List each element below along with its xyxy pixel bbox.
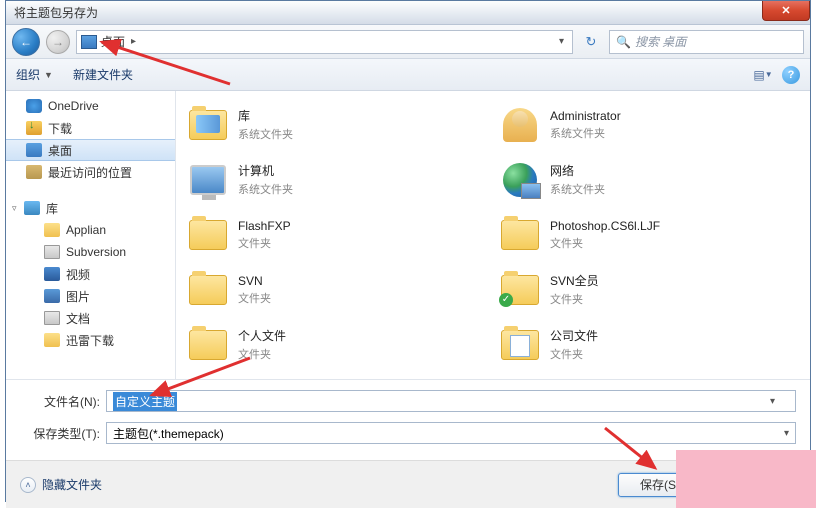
recent-icon xyxy=(26,165,42,179)
type-value: 主题包(*.themepack) xyxy=(113,425,224,442)
sidebar-item-subversion[interactable]: Subversion xyxy=(6,241,175,263)
forward-button[interactable]: → xyxy=(46,30,70,54)
chevron-down-icon[interactable]: ▾ xyxy=(784,428,789,439)
item-svn-all[interactable]: SVN全员文件夹 xyxy=(498,262,800,317)
type-select[interactable]: 主题包(*.themepack) ▾ xyxy=(106,422,796,444)
video-icon xyxy=(44,267,60,281)
chevron-up-icon: ˄ xyxy=(20,477,36,493)
folder-icon xyxy=(44,223,60,237)
folder-icon xyxy=(501,220,539,250)
collapse-icon[interactable]: ▿ xyxy=(12,203,17,214)
content-pane: 库系统文件夹 Administrator系统文件夹 计算机系统文件夹 网络系统文… xyxy=(176,91,810,379)
form-area: 文件名(N): 自定义主题 ▾ 保存类型(T): 主题包(*.themepack… xyxy=(6,379,810,460)
item-flashfxp[interactable]: FlashFXP文件夹 xyxy=(186,207,488,262)
folder-check-icon xyxy=(501,275,539,305)
sidebar-item-downloads[interactable]: 下载 xyxy=(6,117,175,139)
refresh-icon: ↻ xyxy=(586,34,597,50)
folder-icon xyxy=(189,330,227,360)
item-library[interactable]: 库系统文件夹 xyxy=(186,97,488,152)
type-label: 保存类型(T): xyxy=(20,425,100,442)
document-icon xyxy=(44,245,60,259)
close-button[interactable]: ✕ xyxy=(762,1,810,21)
save-as-dialog: 将主题包另存为 ✕ ← → 桌面 ▸ ▾ ↻ 🔍 搜索 桌面 组织 ▼ 新建文件… xyxy=(5,0,811,502)
refresh-button[interactable]: ↻ xyxy=(579,30,603,54)
new-folder-button[interactable]: 新建文件夹 xyxy=(73,66,133,83)
folder-icon xyxy=(189,275,227,305)
filename-value: 自定义主题 xyxy=(113,392,177,411)
toolbar: 组织 ▼ 新建文件夹 ▤ ▼ ? xyxy=(6,59,810,91)
item-company[interactable]: 公司文件文件夹 xyxy=(498,317,800,372)
titlebar: 将主题包另存为 ✕ xyxy=(6,1,810,25)
item-administrator[interactable]: Administrator系统文件夹 xyxy=(498,97,800,152)
cloud-icon xyxy=(26,99,42,113)
hide-folders-toggle[interactable]: ˄ 隐藏文件夹 xyxy=(20,476,102,493)
folder-icon xyxy=(189,220,227,250)
organize-menu[interactable]: 组织 ▼ xyxy=(16,66,53,83)
sidebar-item-applian[interactable]: Applian xyxy=(6,219,175,241)
annotation-overlay xyxy=(676,450,816,508)
folder-doc-icon xyxy=(501,330,539,360)
item-personal[interactable]: 个人文件文件夹 xyxy=(186,317,488,372)
sidebar: OneDrive 下载 桌面 最近访问的位置 ▿库 Applian Subver… xyxy=(6,91,176,379)
desktop-icon xyxy=(81,35,97,49)
sidebar-item-libraries[interactable]: ▿库 xyxy=(6,197,175,219)
navigation-bar: ← → 桌面 ▸ ▾ ↻ 🔍 搜索 桌面 xyxy=(6,25,810,59)
item-svn[interactable]: SVN文件夹 xyxy=(186,262,488,317)
sidebar-item-recent[interactable]: 最近访问的位置 xyxy=(6,161,175,183)
sidebar-item-onedrive[interactable]: OneDrive xyxy=(6,95,175,117)
library-folder-icon xyxy=(189,110,227,140)
back-button[interactable]: ← xyxy=(12,28,40,56)
view-options-button[interactable]: ▤ ▼ xyxy=(752,66,774,84)
download-icon xyxy=(26,121,42,135)
item-photoshop[interactable]: Photoshop.CS6l.LJF文件夹 xyxy=(498,207,800,262)
filename-label: 文件名(N): xyxy=(20,393,100,410)
library-icon xyxy=(24,201,40,215)
item-computer[interactable]: 计算机系统文件夹 xyxy=(186,152,488,207)
window-title: 将主题包另存为 xyxy=(14,4,98,21)
search-placeholder: 搜索 桌面 xyxy=(635,33,686,50)
sidebar-item-desktop[interactable]: 桌面 xyxy=(6,139,175,161)
user-icon xyxy=(503,108,537,142)
folder-icon xyxy=(44,333,60,347)
chevron-right-icon[interactable]: ▸ xyxy=(129,36,138,47)
document-icon xyxy=(44,311,60,325)
breadcrumb-dropdown[interactable]: ▾ xyxy=(555,36,568,47)
breadcrumb-location: 桌面 xyxy=(101,33,125,50)
sidebar-item-documents[interactable]: 文档 xyxy=(6,307,175,329)
picture-icon xyxy=(44,289,60,303)
search-icon: 🔍 xyxy=(616,35,631,49)
close-icon: ✕ xyxy=(781,4,790,17)
arrow-right-icon: → xyxy=(52,35,64,49)
search-input[interactable]: 🔍 搜索 桌面 xyxy=(609,30,804,54)
computer-icon xyxy=(190,165,226,195)
chevron-down-icon[interactable]: ▾ xyxy=(770,396,775,407)
sidebar-item-thunder[interactable]: 迅雷下载 xyxy=(6,329,175,351)
main-area: OneDrive 下载 桌面 最近访问的位置 ▿库 Applian Subver… xyxy=(6,91,810,379)
chevron-down-icon: ▼ xyxy=(44,70,53,80)
sidebar-item-video[interactable]: 视频 xyxy=(6,263,175,285)
network-icon xyxy=(503,163,537,197)
sidebar-item-pictures[interactable]: 图片 xyxy=(6,285,175,307)
arrow-left-icon: ← xyxy=(20,35,32,49)
desktop-icon xyxy=(26,143,42,157)
item-network[interactable]: 网络系统文件夹 xyxy=(498,152,800,207)
breadcrumb[interactable]: 桌面 ▸ ▾ xyxy=(76,30,573,54)
help-button[interactable]: ? xyxy=(782,66,800,84)
filename-input[interactable]: 自定义主题 ▾ xyxy=(106,390,796,412)
